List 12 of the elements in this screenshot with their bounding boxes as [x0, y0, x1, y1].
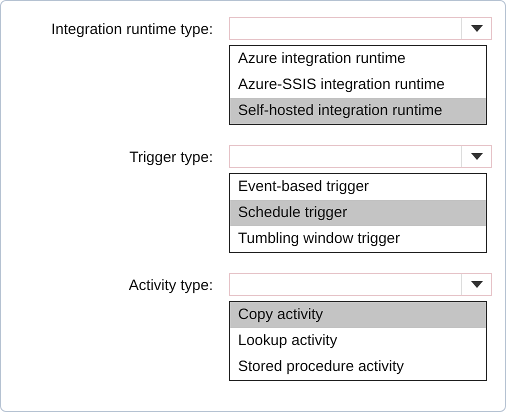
dropdown[interactable]	[229, 273, 492, 296]
field-label: Trigger type:	[128, 148, 214, 168]
field-label: Activity type:	[128, 276, 214, 296]
caret-icon	[470, 25, 482, 32]
caret-icon	[470, 281, 482, 288]
dropdown[interactable]	[229, 17, 492, 40]
field-label: Integration runtime type:	[50, 20, 214, 40]
option-item[interactable]: Copy activity	[230, 302, 486, 328]
option-item[interactable]: Schedule trigger	[230, 200, 486, 226]
caret-icon	[470, 153, 482, 160]
option-item[interactable]: Self-hosted integration runtime	[230, 98, 486, 124]
dropdown[interactable]	[229, 145, 492, 168]
